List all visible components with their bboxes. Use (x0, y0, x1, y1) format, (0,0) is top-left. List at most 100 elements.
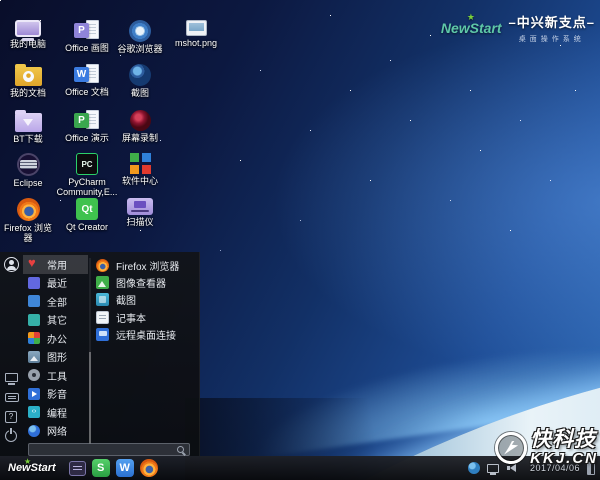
display-settings-icon[interactable] (5, 373, 18, 382)
keyboard-settings-icon[interactable] (5, 393, 19, 402)
start-menu: ? 常用最近全部其它办公图形工具影音编程网络 Firefox 浏览器图像查看器截… (0, 252, 200, 456)
menu-app-firefox[interactable]: Firefox 浏览器 (96, 257, 198, 274)
menu-category-graphics[interactable]: 图形 (23, 348, 88, 367)
menu-category-network[interactable]: 网络 (23, 422, 88, 441)
pycharm-icon: PC (76, 153, 98, 175)
desktop-icon-label: Office 文档 (65, 87, 109, 97)
menu-scrollbar-thumb[interactable] (89, 352, 91, 444)
desktop-icon-eclipse[interactable]: Eclipse (0, 153, 56, 188)
desktop-icon-label: PyCharm Community,E... (57, 177, 118, 197)
desktop-icon-pycharm[interactable]: PCPyCharm Community,E... (59, 153, 115, 197)
display-tray-icon[interactable] (487, 464, 499, 473)
recent-icon (28, 277, 40, 289)
power-icon[interactable] (5, 430, 17, 442)
desktop-icon-screen-recorder[interactable]: 屏幕录制 (112, 110, 168, 143)
menu-app-remote-desktop[interactable]: 远程桌面连接 (96, 326, 198, 343)
taskbar: NewStart ★ SW 2017/04/06 (0, 456, 600, 480)
desktop-icon-label: Eclipse (13, 178, 42, 188)
menu-category-all[interactable]: 全部 (23, 292, 88, 311)
menu-category-other[interactable]: 其它 (23, 311, 88, 330)
image-viewer-icon (96, 276, 109, 289)
start-button[interactable]: NewStart ★ (5, 462, 59, 474)
media-icon (28, 388, 40, 400)
desktop-icon-label: Qt Creator (66, 222, 108, 232)
taskbar-wps-writer-icon[interactable]: W (116, 459, 134, 477)
menu-category-tools[interactable]: 工具 (23, 366, 88, 385)
menu-app-label: 远程桌面连接 (116, 327, 176, 342)
search-icon (177, 446, 184, 453)
menu-category-list: 常用最近全部其它办公图形工具影音编程网络 (23, 255, 88, 440)
desktop-icon-office-impress[interactable]: POffice 演示 (59, 110, 115, 143)
desktop-icon-my-documents[interactable]: 我的文档 (0, 64, 56, 98)
desktop-icon-screenshot[interactable]: 截图 (112, 64, 168, 98)
menu-category-label: 其它 (47, 312, 67, 327)
screen-recorder-icon (130, 110, 151, 131)
firefox-icon (17, 198, 40, 221)
desktop-icon-software-center[interactable]: 软件中心 (112, 153, 168, 186)
desktop-icon-scanner[interactable]: 扫描仪 (112, 198, 168, 227)
start-star-icon: ★ (24, 457, 31, 466)
office-icon (28, 332, 40, 344)
menu-category-label: 图形 (47, 349, 67, 364)
office-impress-icon: P (74, 110, 100, 131)
taskbar-date[interactable]: 2017/04/06 (530, 463, 580, 473)
network-tray-icon[interactable] (468, 462, 480, 474)
menu-category-programming[interactable]: 编程 (23, 403, 88, 422)
scanner-icon (127, 198, 153, 215)
menu-category-label: 工具 (47, 368, 67, 383)
menu-app-image-viewer[interactable]: 图像查看器 (96, 274, 198, 291)
menu-app-label: 截图 (116, 292, 136, 307)
desktop-icon-label: 截图 (131, 88, 149, 98)
tools-icon (28, 369, 40, 381)
menu-category-label: 影音 (47, 386, 67, 401)
taskbar-firefox-icon[interactable] (140, 459, 158, 477)
user-avatar[interactable] (4, 257, 19, 272)
desktop-icon-label: 屏幕录制 (122, 133, 158, 143)
menu-app-screenshot[interactable]: 截图 (96, 291, 198, 308)
desktop-icon-label: Firefox 浏览器 (0, 223, 56, 243)
my-computer-icon (15, 20, 41, 37)
office-writer-icon: W (74, 64, 100, 85)
menu-category-favorites[interactable]: 常用 (23, 255, 88, 274)
desktop-icon-google-browser[interactable]: 谷歌浏览器 (112, 20, 168, 54)
menu-app-label: Firefox 浏览器 (116, 258, 179, 273)
search-input[interactable] (29, 444, 177, 455)
desktop-icon-bt-download[interactable]: BT下载 (0, 110, 56, 144)
menu-category-recent[interactable]: 最近 (23, 274, 88, 293)
menu-app-notepad[interactable]: 记事本 (96, 309, 198, 326)
desktop-icon-label: 谷歌浏览器 (117, 44, 162, 54)
desktop-icon-office-draw[interactable]: POffice 画图 (59, 20, 115, 53)
remote-desktop-icon (96, 328, 109, 341)
heart-icon (28, 258, 40, 270)
menu-category-office[interactable]: 办公 (23, 329, 88, 348)
volume-tray-icon[interactable] (506, 464, 516, 472)
desktop-icon-my-computer[interactable]: 我的电脑 (0, 20, 56, 49)
menu-category-label: 办公 (47, 331, 67, 346)
network-icon (28, 425, 40, 437)
mshot-png-icon (186, 20, 207, 36)
desktop-icon-label: 软件中心 (122, 176, 158, 186)
desktop-icon-label: 我的文档 (10, 88, 46, 98)
firefox-icon (96, 259, 109, 272)
code-icon (28, 406, 40, 418)
my-documents-icon (15, 67, 42, 86)
desktop-icon-label: BT下载 (13, 134, 43, 144)
help-icon[interactable]: ? (5, 411, 17, 423)
desktop-icon-label: 扫描仪 (126, 217, 153, 227)
desktop-icon-firefox[interactable]: Firefox 浏览器 (0, 198, 56, 243)
show-desktop-button[interactable] (587, 462, 595, 475)
taskbar-wps-spreadsheet-icon[interactable]: S (92, 459, 110, 477)
tray-icon-group (468, 462, 523, 474)
screenshot-icon (96, 293, 109, 306)
taskbar-terminal-icon[interactable] (69, 461, 86, 476)
office-draw-icon: P (74, 20, 100, 41)
desktop-icon-mshot-png[interactable]: mshot.png (168, 20, 224, 48)
desktop-icon-qt-creator[interactable]: Qt Qt Creator (59, 198, 115, 232)
menu-category-media[interactable]: 影音 (23, 385, 88, 404)
qt-creator-icon: Qt (76, 198, 98, 220)
software-center-icon (130, 153, 151, 174)
all-icon (28, 295, 40, 307)
system-tray: 2017/04/06 (468, 462, 600, 475)
desktop-icon-office-writer[interactable]: W Office 文档 (59, 64, 115, 97)
menu-category-label: 全部 (47, 294, 67, 309)
